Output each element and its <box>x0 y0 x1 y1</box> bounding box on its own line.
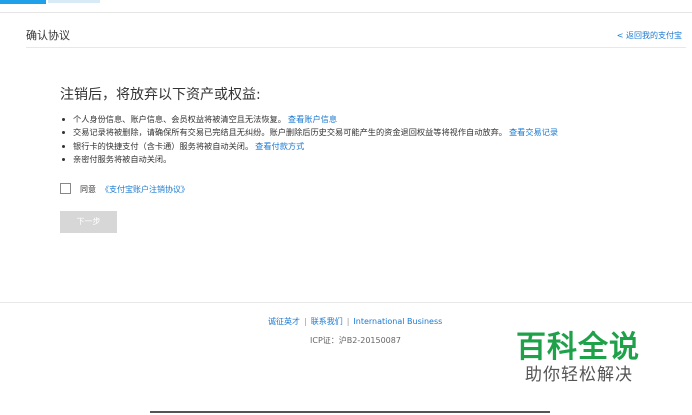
note-text: 交易记录将被删除，请确保所有交易已完结且无纠纷。账户删除后历史交易可能产生的资金… <box>73 127 507 138</box>
back-to-alipay-link[interactable]: < 返回我的支付宝 <box>617 30 682 41</box>
cancellation-agreement-link[interactable]: 《支付宝账户注销协议》 <box>101 184 189 195</box>
section-title: 注销后，将放弃以下资产或权益: <box>60 87 261 103</box>
next-step-button[interactable]: 下一步 <box>60 211 117 233</box>
bullet-icon <box>62 131 65 135</box>
note-text: 亲密付服务将被自动关闭。 <box>73 154 172 165</box>
note-text: 银行卡的快捷支付（含卡通）服务将被自动关闭。 <box>73 140 254 151</box>
watermark-subtitle: 助你轻松解决 <box>525 365 633 385</box>
footer-links: 诚征英才 | 联系我们 | International Business <box>268 316 442 327</box>
agree-checkbox[interactable] <box>60 183 71 194</box>
footer-divider <box>0 302 692 303</box>
contact-us-link[interactable]: 联系我们 <box>311 317 343 326</box>
brand-logo-text <box>48 0 100 3</box>
view-transactions-link[interactable]: 查看交易记录 <box>509 127 558 137</box>
notes-list: 个人身份信息、账户信息、会员权益将被清空且无法恢复。 查看账户信息 交易记录将被删… <box>60 113 558 167</box>
list-item: 个人身份信息、账户信息、会员权益将被清空且无法恢复。 查看账户信息 <box>60 113 558 126</box>
view-account-info-link[interactable]: 查看账户信息 <box>288 114 337 124</box>
watermark: 百科全说 助你轻松解决 <box>513 322 673 385</box>
list-item: 亲密付服务将被自动关闭。 <box>60 153 558 166</box>
bottom-scroll-strip <box>150 411 550 413</box>
brand-logo[interactable] <box>0 0 46 4</box>
icp-license: ICP证：沪B2-20150087 <box>310 336 401 345</box>
note-text: 个人身份信息、账户信息、会员权益将被清空且无法恢复。 <box>73 114 286 124</box>
list-item: 交易记录将被删除，请确保所有交易已完结且无纠纷。账户删除后历史交易可能产生的资金… <box>60 126 558 139</box>
header-row: 确认协议 < 返回我的支付宝 <box>26 27 686 48</box>
page-title: 确认协议 <box>26 29 70 42</box>
footer-separator: | <box>346 317 350 326</box>
list-item: 银行卡的快捷支付（含卡通）服务将被自动关闭。 查看付款方式 <box>60 140 558 153</box>
agree-label: 同意 <box>80 185 96 194</box>
international-business-link[interactable]: International Business <box>353 317 442 326</box>
footer-separator: | <box>304 317 307 326</box>
bullet-icon <box>62 144 65 148</box>
careers-link[interactable]: 诚征英才 <box>268 317 300 326</box>
bullet-icon <box>62 118 65 121</box>
top-bar <box>0 0 692 13</box>
bullet-icon <box>62 158 65 162</box>
page: 确认协议 < 返回我的支付宝 注销后，将放弃以下资产或权益: 个人身份信息、账户… <box>0 0 692 415</box>
view-payment-methods-link[interactable]: 查看付款方式 <box>255 141 304 151</box>
